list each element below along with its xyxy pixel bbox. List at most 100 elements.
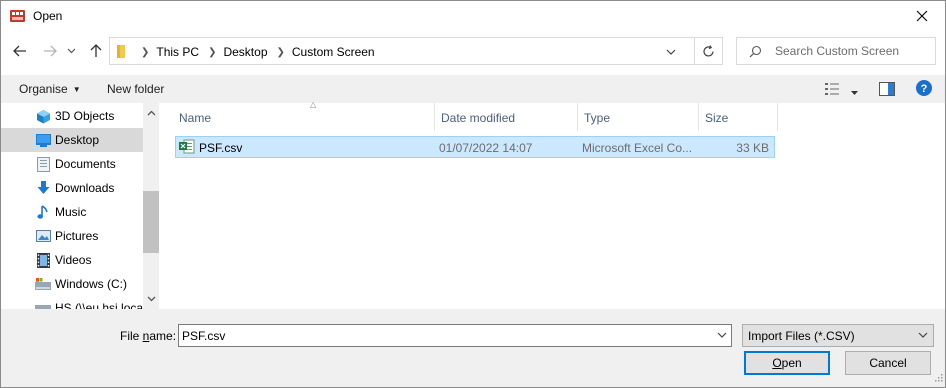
column-header-label: Type [584, 111, 611, 125]
nav-item-label: Pictures [55, 229, 99, 243]
file-name-label: File name: [120, 329, 176, 343]
cancel-button[interactable]: Cancel [845, 351, 931, 375]
search-box[interactable] [736, 37, 936, 65]
app-icon [10, 9, 25, 23]
arrow-up-icon [90, 44, 102, 57]
nav-item-label: Videos [55, 253, 92, 267]
file-name-combobox[interactable] [178, 324, 732, 347]
breadcrumb: ❯ This PC ❯ Desktop ❯ Custom Screen [132, 45, 375, 59]
up-button[interactable] [87, 41, 105, 61]
recent-locations-button[interactable] [65, 41, 77, 61]
organise-label: Organise [19, 82, 68, 96]
downloads-icon [35, 180, 51, 196]
file-name-input[interactable] [182, 328, 702, 343]
file-name: PSF.csv [199, 141, 243, 155]
column-header-type[interactable]: Type [578, 103, 699, 131]
nav-item-label: HS (\\eu.hsi.loca [55, 301, 144, 309]
nav-item-label: Downloads [55, 181, 115, 195]
view-dropdown-button[interactable] [851, 85, 858, 99]
column-header-label: Date modified [441, 111, 516, 125]
preview-pane-button[interactable] [879, 82, 895, 99]
nav-item-label: 3D Objects [55, 109, 115, 123]
chevron-right-icon: ❯ [276, 46, 285, 58]
scrollbar-thumb[interactable] [143, 191, 159, 253]
file-date: 01/07/2022 14:07 [439, 141, 533, 155]
search-input[interactable] [775, 43, 930, 59]
chevron-right-icon: ❯ [141, 46, 150, 58]
close-button[interactable] [899, 1, 945, 31]
help-button[interactable]: ? [916, 80, 932, 99]
file-type-filter-select[interactable]: Import Files (*.CSV) [742, 324, 934, 347]
file-list: Name △ Date modified Type Size PSF.csv 0… [159, 100, 945, 309]
open-button-accesskey: O [772, 356, 782, 370]
3d-objects-icon [35, 108, 51, 124]
address-dropdown-icon[interactable] [666, 46, 676, 60]
back-button[interactable] [11, 41, 29, 61]
chevron-right-icon: ❯ [208, 46, 217, 58]
network-drive-icon [35, 300, 51, 309]
column-header-name[interactable]: Name △ [173, 100, 435, 131]
nav-item-windows-c[interactable]: Windows (C:) [1, 272, 143, 296]
svg-text:?: ? [921, 83, 928, 95]
breadcrumb-custom-screen[interactable]: Custom Screen [292, 45, 375, 59]
arrow-right-icon [44, 45, 57, 57]
sort-ascending-icon: △ [310, 100, 317, 109]
column-header-label: Name [179, 111, 212, 125]
caret-down-icon [851, 91, 858, 95]
dialog-footer: File name: Import Files (*.CSV) Open Can… [1, 309, 945, 387]
address-bar[interactable]: ❯ This PC ❯ Desktop ❯ Custom Screen [109, 37, 695, 65]
nav-item-desktop[interactable]: Desktop [1, 128, 143, 152]
file-type: Microsoft Excel Co... [582, 141, 693, 155]
file-name-label-pre: File [120, 329, 143, 343]
organise-menu[interactable]: Organise ▼ [19, 82, 81, 96]
nav-item-downloads[interactable]: Downloads [1, 176, 143, 200]
navigation-scrollbar[interactable] [143, 103, 159, 309]
nav-item-pictures[interactable]: Pictures [1, 224, 143, 248]
file-row-psf-csv[interactable]: PSF.csv 01/07/2022 14:07 Microsoft Excel… [175, 136, 775, 158]
pictures-icon [35, 228, 51, 244]
preview-pane-icon [879, 82, 895, 96]
videos-icon [35, 252, 51, 268]
breadcrumb-this-pc[interactable]: This PC [156, 45, 199, 59]
file-name-label-post: ame: [149, 329, 177, 343]
resize-grip-icon[interactable] [933, 371, 943, 385]
open-button[interactable]: Open [744, 351, 830, 375]
column-header-size[interactable]: Size [699, 103, 778, 131]
nav-item-music[interactable]: Music [1, 200, 143, 224]
scroll-up-icon[interactable] [143, 105, 159, 121]
nav-item-network-drive[interactable]: HS (\\eu.hsi.loca [1, 296, 143, 309]
chevron-down-icon [67, 48, 75, 54]
help-icon: ? [916, 80, 932, 96]
new-folder-button[interactable]: New folder [107, 82, 164, 96]
open-button-label: pen [781, 356, 802, 370]
nav-item-label: Desktop [55, 133, 100, 147]
forward-button[interactable] [41, 41, 59, 61]
window-title: Open [33, 9, 63, 23]
nav-item-label: Documents [55, 157, 116, 171]
drive-icon [35, 276, 51, 292]
arrow-left-icon [13, 45, 26, 57]
file-size: 33 KB [736, 141, 769, 155]
search-icon [749, 45, 762, 61]
open-file-dialog: Open ❯ This PC ❯ Desktop ❯ Custom Screen… [0, 0, 946, 388]
close-icon [916, 10, 928, 22]
nav-item-documents[interactable]: Documents [1, 152, 143, 176]
nav-item-label: Music [55, 205, 87, 219]
nav-item-videos[interactable]: Videos [1, 248, 143, 272]
scroll-down-icon[interactable] [143, 291, 159, 307]
folder-icon [116, 45, 126, 61]
nav-item-3d-objects[interactable]: 3D Objects [1, 104, 143, 128]
breadcrumb-desktop[interactable]: Desktop [223, 45, 267, 59]
chevron-down-icon [918, 329, 928, 343]
command-bar: Organise ▼ New folder ? [1, 75, 945, 103]
column-header-label: Size [705, 111, 729, 125]
desktop-icon [35, 132, 51, 148]
chevron-down-icon[interactable] [717, 329, 727, 343]
refresh-button[interactable] [695, 37, 723, 65]
caret-down-icon: ▼ [72, 85, 81, 94]
title-bar: Open [1, 1, 945, 31]
column-header-date[interactable]: Date modified [435, 103, 578, 131]
change-view-button[interactable] [825, 83, 841, 98]
details-view-icon [825, 83, 839, 95]
music-icon [35, 204, 51, 220]
